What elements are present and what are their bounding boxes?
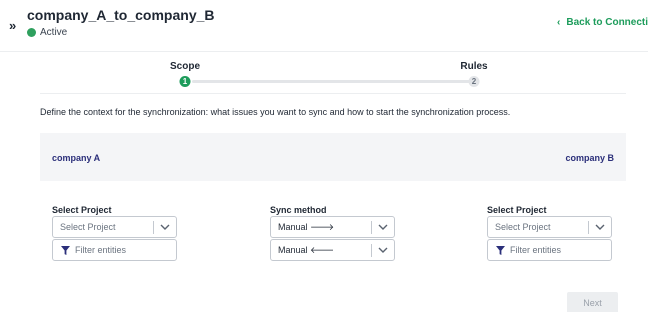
right-project-placeholder: Select Project bbox=[495, 221, 551, 232]
next-button[interactable]: Next bbox=[567, 292, 618, 312]
connection-header: » company_A_to_company_B Active ‹ Back to… bbox=[0, 0, 648, 52]
chevron-down-icon[interactable] bbox=[589, 224, 611, 230]
sync-outgoing-select[interactable]: Manual 🡒 bbox=[270, 216, 395, 238]
chevron-down-icon[interactable] bbox=[372, 247, 394, 253]
left-project-placeholder: Select Project bbox=[60, 221, 116, 232]
left-project-label: Select Project bbox=[52, 205, 112, 215]
arrow-right-icon: 🡒 bbox=[310, 221, 335, 232]
step-label-rules: Rules bbox=[460, 61, 488, 72]
step-number-rules[interactable]: 2 bbox=[468, 76, 480, 87]
right-project-label: Select Project bbox=[487, 205, 547, 215]
connection-title: company_A_to_company_B bbox=[27, 7, 215, 23]
scope-description: Define the context for the synchronizati… bbox=[40, 107, 511, 117]
step-connector bbox=[192, 80, 474, 83]
right-filter-entities[interactable]: Filter entities bbox=[487, 239, 612, 261]
double-chevron-right-icon[interactable]: » bbox=[9, 19, 16, 32]
sync-incoming-select[interactable]: Manual 🡐 bbox=[270, 239, 395, 261]
arrow-left-icon: 🡐 bbox=[310, 244, 335, 255]
back-to-connections-link[interactable]: ‹ Back to Connections bbox=[557, 17, 648, 29]
sync-outgoing-value: Manual 🡒 bbox=[271, 222, 371, 233]
filter-icon bbox=[488, 245, 508, 255]
sync-incoming-label: Manual bbox=[278, 244, 308, 255]
company-bar: company A company B bbox=[40, 133, 626, 181]
right-project-select[interactable]: Select Project bbox=[487, 216, 612, 238]
back-link-label: Back to Connections bbox=[566, 17, 648, 28]
right-filter-placeholder: Filter entities bbox=[510, 244, 562, 255]
sync-method-label: Sync method bbox=[270, 205, 327, 215]
chevron-down-icon[interactable] bbox=[372, 224, 394, 230]
company-left-name: company A bbox=[52, 153, 101, 163]
filter-icon bbox=[53, 245, 73, 255]
status-text: Active bbox=[40, 27, 68, 38]
step-progress: Scope 1 Rules 2 bbox=[40, 52, 626, 94]
left-project-select[interactable]: Select Project bbox=[52, 216, 177, 238]
chevron-down-icon[interactable] bbox=[154, 224, 176, 230]
step-number-scope[interactable]: 1 bbox=[179, 76, 191, 87]
company-right-name: company B bbox=[565, 153, 614, 163]
left-filter-placeholder: Filter entities bbox=[75, 244, 127, 255]
left-filter-entities[interactable]: Filter entities bbox=[52, 239, 177, 261]
sync-outgoing-label: Manual bbox=[278, 221, 308, 232]
status-dot-icon bbox=[27, 28, 36, 37]
step-label-scope: Scope bbox=[169, 61, 201, 72]
status-indicator: Active bbox=[27, 26, 67, 39]
chevron-left-icon: ‹ bbox=[557, 17, 561, 28]
sync-incoming-value: Manual 🡐 bbox=[271, 245, 371, 256]
